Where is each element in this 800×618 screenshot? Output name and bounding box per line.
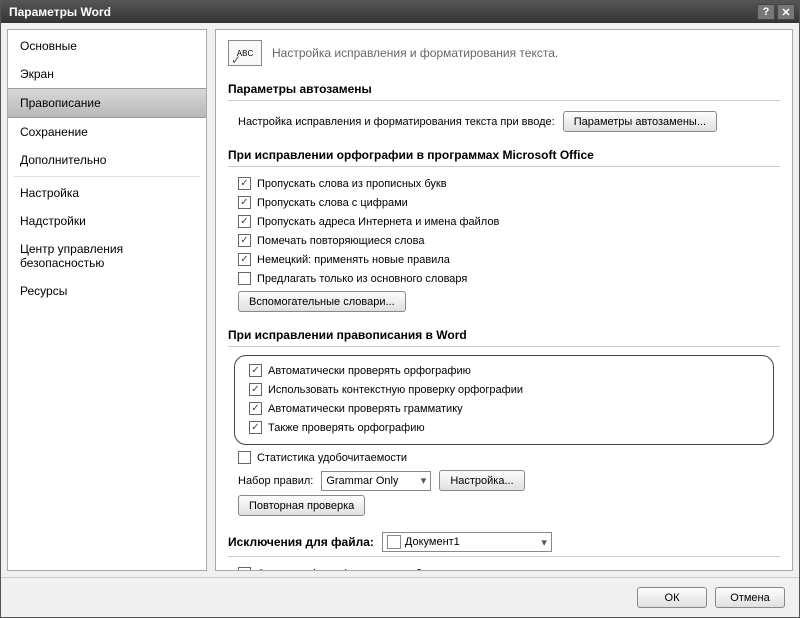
checkbox-flag-repeated[interactable] — [238, 234, 251, 247]
section-autocorrect: Параметры автозамены Настройка исправлен… — [228, 78, 780, 134]
checkbox-readability[interactable] — [238, 451, 251, 464]
panel-header-text: Настройка исправления и форматирования т… — [272, 46, 558, 60]
main-panel: ABC Настройка исправления и форматирован… — [215, 29, 793, 571]
checkbox-hide-spelling[interactable] — [238, 567, 251, 571]
grammar-settings-button[interactable]: Настройка... — [439, 470, 524, 491]
checkbox-auto-spell[interactable] — [249, 364, 262, 377]
section-title-exceptions: Исключения для файла: Документ1 — [228, 528, 780, 557]
autocorrect-options-button[interactable]: Параметры автозамены... — [563, 111, 717, 132]
window-title: Параметры Word — [9, 5, 111, 19]
checkbox-skip-numbers[interactable] — [238, 196, 251, 209]
section-title-spelling-office: При исправлении орфографии в программах … — [228, 144, 780, 167]
close-icon[interactable]: ✕ — [777, 4, 795, 20]
sidebar-item-display[interactable]: Экран — [8, 60, 206, 88]
panel-header: ABC Настройка исправления и форматирован… — [228, 40, 780, 66]
sidebar-item-customize[interactable]: Настройка — [8, 179, 206, 207]
titlebar: Параметры Word ? ✕ — [1, 1, 799, 23]
ok-button[interactable]: ОК — [637, 587, 707, 608]
recheck-button[interactable]: Повторная проверка — [238, 495, 365, 516]
dialog-window: Параметры Word ? ✕ Основные Экран Правоп… — [0, 0, 800, 618]
dialog-footer: ОК Отмена — [1, 577, 799, 617]
section-spelling-word: При исправлении правописания в Word Авто… — [228, 324, 780, 518]
sidebar-item-advanced[interactable]: Дополнительно — [8, 146, 206, 174]
document-icon — [387, 535, 401, 549]
ruleset-select[interactable]: Grammar Only — [321, 471, 431, 491]
checkbox-contextual-spell[interactable] — [249, 383, 262, 396]
sidebar-item-proofing[interactable]: Правописание — [8, 88, 206, 118]
section-title-autocorrect: Параметры автозамены — [228, 78, 780, 101]
abc-check-icon: ABC — [228, 40, 262, 66]
checkbox-skip-uppercase[interactable] — [238, 177, 251, 190]
section-spelling-office: При исправлении орфографии в программах … — [228, 144, 780, 314]
custom-dictionaries-button[interactable]: Вспомогательные словари... — [238, 291, 406, 312]
content-area: Основные Экран Правописание Сохранение Д… — [1, 23, 799, 577]
checkbox-main-dict-only[interactable] — [238, 272, 251, 285]
sidebar: Основные Экран Правописание Сохранение Д… — [7, 29, 207, 571]
sidebar-item-trustcenter[interactable]: Центр управления безопасностью — [8, 235, 206, 277]
checkbox-german-rules[interactable] — [238, 253, 251, 266]
section-exceptions: Исключения для файла: Документ1 Скрыть о… — [228, 528, 780, 571]
sidebar-item-save[interactable]: Сохранение — [8, 118, 206, 146]
section-title-spelling-word: При исправлении правописания в Word — [228, 324, 780, 347]
help-icon[interactable]: ? — [757, 4, 775, 20]
highlight-group: Автоматически проверять орфографию Испол… — [234, 355, 774, 445]
checkbox-skip-urls[interactable] — [238, 215, 251, 228]
autocorrect-intro: Настройка исправления и форматирования т… — [238, 116, 555, 128]
cancel-button[interactable]: Отмена — [715, 587, 785, 608]
checkbox-auto-grammar[interactable] — [249, 402, 262, 415]
exceptions-file-select[interactable]: Документ1 — [382, 532, 552, 552]
sidebar-separator — [14, 176, 200, 177]
checkbox-also-spell[interactable] — [249, 421, 262, 434]
sidebar-item-general[interactable]: Основные — [8, 32, 206, 60]
ruleset-label: Набор правил: — [238, 475, 313, 487]
sidebar-item-resources[interactable]: Ресурсы — [8, 277, 206, 305]
sidebar-item-addins[interactable]: Надстройки — [8, 207, 206, 235]
